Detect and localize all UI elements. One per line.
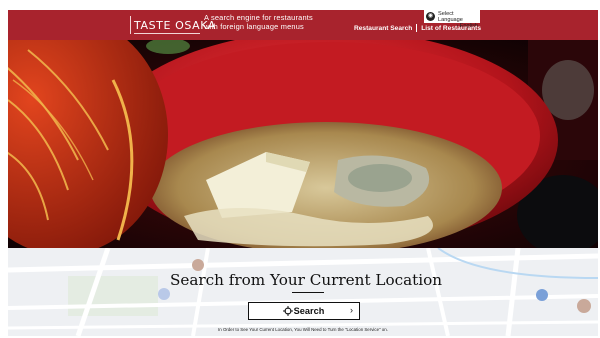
site-header: TASTE OSAKA A search engine for restaura…	[8, 10, 598, 40]
nav-list-of-restaurants[interactable]: List of Restaurants	[421, 25, 481, 32]
nav-restaurant-search[interactable]: Restaurant Search	[354, 25, 412, 32]
logo-rule	[130, 16, 131, 34]
site-tagline: A search engine for restaurants with for…	[204, 13, 324, 31]
current-location-search-button[interactable]: Search ›	[248, 302, 360, 320]
tagline-line-2: with foreign language menus	[204, 21, 304, 31]
section-title: Search from Your Current Location	[169, 271, 443, 289]
globe-icon: ◉	[426, 12, 435, 21]
soup-bowl-illustration	[8, 40, 598, 248]
gps-crosshair-icon	[283, 306, 293, 316]
logo-underline	[134, 33, 200, 34]
nav-divider	[416, 24, 418, 32]
hero-image	[8, 40, 598, 248]
language-selector-label: Select Language	[438, 11, 463, 23]
search-button-label: Search	[293, 306, 325, 316]
language-selector[interactable]: ◉ Select Language › English	[424, 10, 480, 29]
section-title-rule	[292, 292, 324, 293]
chevron-right-icon: ›	[350, 305, 353, 315]
current-location-section: Search from Your Current Location Search…	[8, 248, 598, 336]
page: TASTE OSAKA A search engine for restaura…	[8, 10, 598, 336]
header-nav: Restaurant Search List of Restaurants	[354, 24, 481, 32]
location-service-note: In Order to See Your Current Location, Y…	[218, 327, 388, 332]
